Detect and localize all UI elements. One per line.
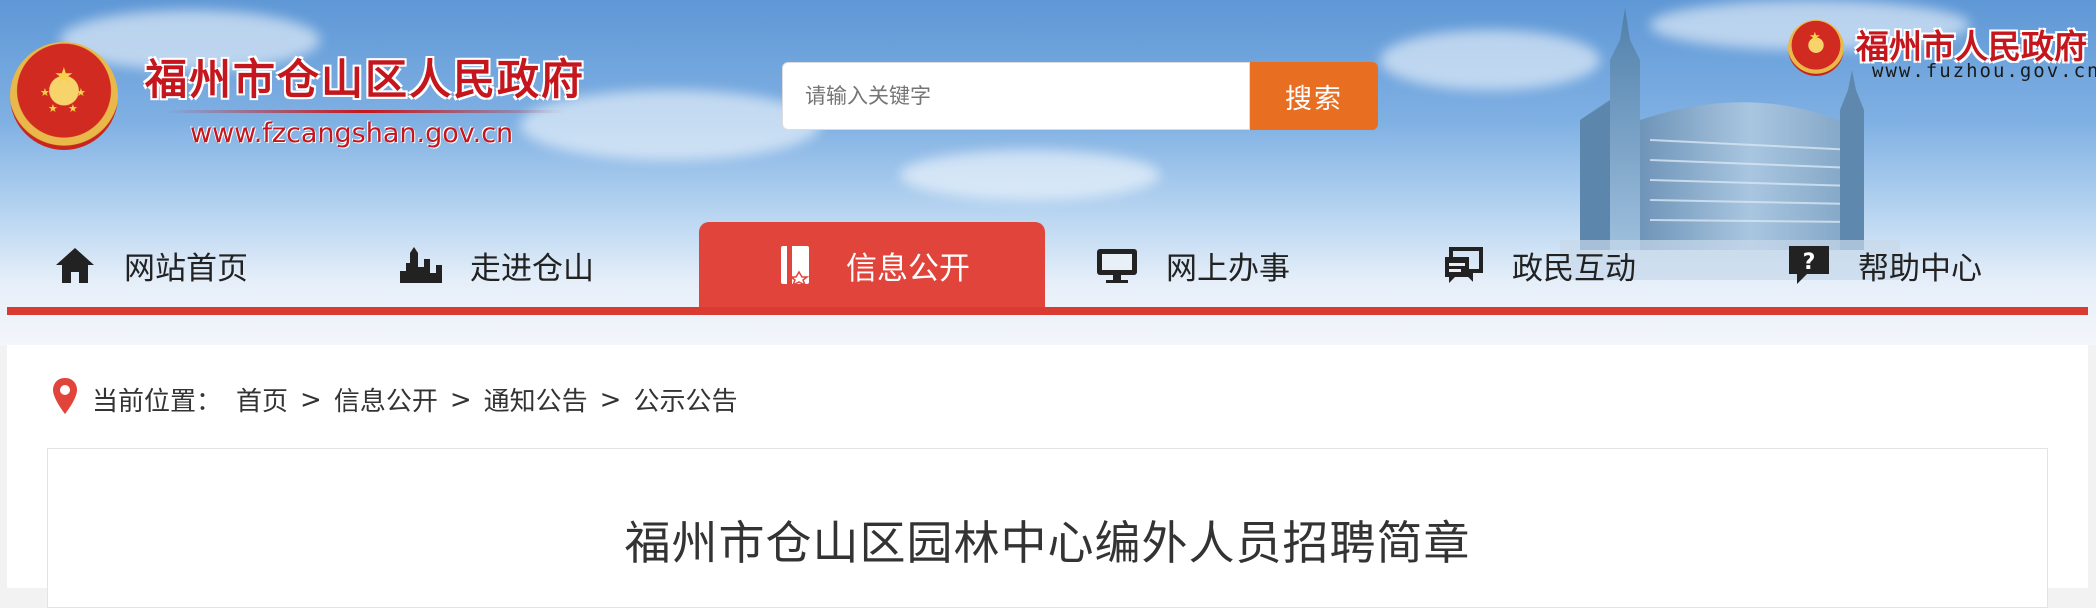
breadcrumb-separator: > bbox=[300, 384, 322, 415]
site-title: 福州市仓山区人民政府 bbox=[145, 55, 586, 104]
nav-underline-bar bbox=[7, 307, 2088, 315]
search-input[interactable] bbox=[782, 62, 1250, 130]
chat-icon bbox=[1440, 242, 1486, 288]
city-skyline-icon bbox=[398, 242, 444, 288]
nav-item-label: 网站首页 bbox=[124, 250, 248, 287]
main-nav: 网站首页 走进仓山 信息公开 网上办事 政民互动 ? 帮助中心 bbox=[0, 222, 2096, 308]
help-icon: ? bbox=[1786, 242, 1832, 288]
article-title: 福州市仓山区园林中心编外人员招聘简章 bbox=[624, 516, 1471, 570]
breadcrumb-link-info[interactable]: 信息公开 bbox=[334, 381, 438, 418]
nav-item-label: 政民互动 bbox=[1512, 250, 1636, 287]
title-divider bbox=[165, 110, 565, 113]
fuzhou-emblem-logo: ★ bbox=[1788, 20, 1844, 76]
site-url: www.fzcangshan.gov.cn bbox=[190, 118, 514, 149]
site-header: ★ ★ ★ ★ ★ 福州市仓山区人民政府 www.fzcangshan.gov.… bbox=[0, 0, 2096, 345]
main-content: 当前位置： 首页 > 信息公开 > 通知公告 > 公示公告 福州市仓山区园林中心… bbox=[7, 345, 2088, 608]
info-book-icon bbox=[774, 242, 820, 288]
monitor-icon bbox=[1094, 242, 1140, 288]
search-button[interactable]: 搜索 bbox=[1250, 62, 1378, 130]
article-panel: 福州市仓山区园林中心编外人员招聘简章 bbox=[47, 448, 2048, 608]
home-icon bbox=[52, 242, 98, 288]
breadcrumb-prefix: 当前位置： bbox=[92, 387, 223, 417]
nav-item-home[interactable]: 网站首页 bbox=[52, 222, 248, 308]
nav-item-help-center[interactable]: ? 帮助中心 bbox=[1786, 222, 1982, 308]
nav-item-info-disclosure[interactable]: 信息公开 bbox=[699, 222, 1045, 308]
svg-text:?: ? bbox=[1803, 250, 1816, 275]
nav-item-about-cangshan[interactable]: 走进仓山 bbox=[398, 222, 594, 308]
location-pin-icon bbox=[52, 377, 78, 422]
breadcrumb: 当前位置： 首页 > 信息公开 > 通知公告 > 公示公告 bbox=[52, 377, 737, 422]
nav-item-label: 走进仓山 bbox=[470, 250, 594, 287]
nav-item-label: 网上办事 bbox=[1166, 250, 1290, 287]
breadcrumb-link-announcements[interactable]: 公示公告 bbox=[633, 381, 737, 418]
breadcrumb-link-notices[interactable]: 通知公告 bbox=[484, 381, 588, 418]
nav-item-online-services[interactable]: 网上办事 bbox=[1094, 222, 1290, 308]
fuzhou-gov-url: www.fuzhou.gov.cn bbox=[1872, 60, 2096, 82]
breadcrumb-separator: > bbox=[449, 384, 472, 415]
nav-item-public-interaction[interactable]: 政民互动 bbox=[1440, 222, 1636, 308]
nav-item-label: 帮助中心 bbox=[1858, 250, 1982, 287]
sky-cloud bbox=[900, 150, 1160, 200]
nav-item-label: 信息公开 bbox=[846, 250, 970, 287]
breadcrumb-separator: > bbox=[599, 384, 622, 415]
national-emblem-logo: ★ ★ ★ ★ ★ bbox=[10, 42, 118, 150]
breadcrumb-link-home[interactable]: 首页 bbox=[236, 381, 288, 418]
